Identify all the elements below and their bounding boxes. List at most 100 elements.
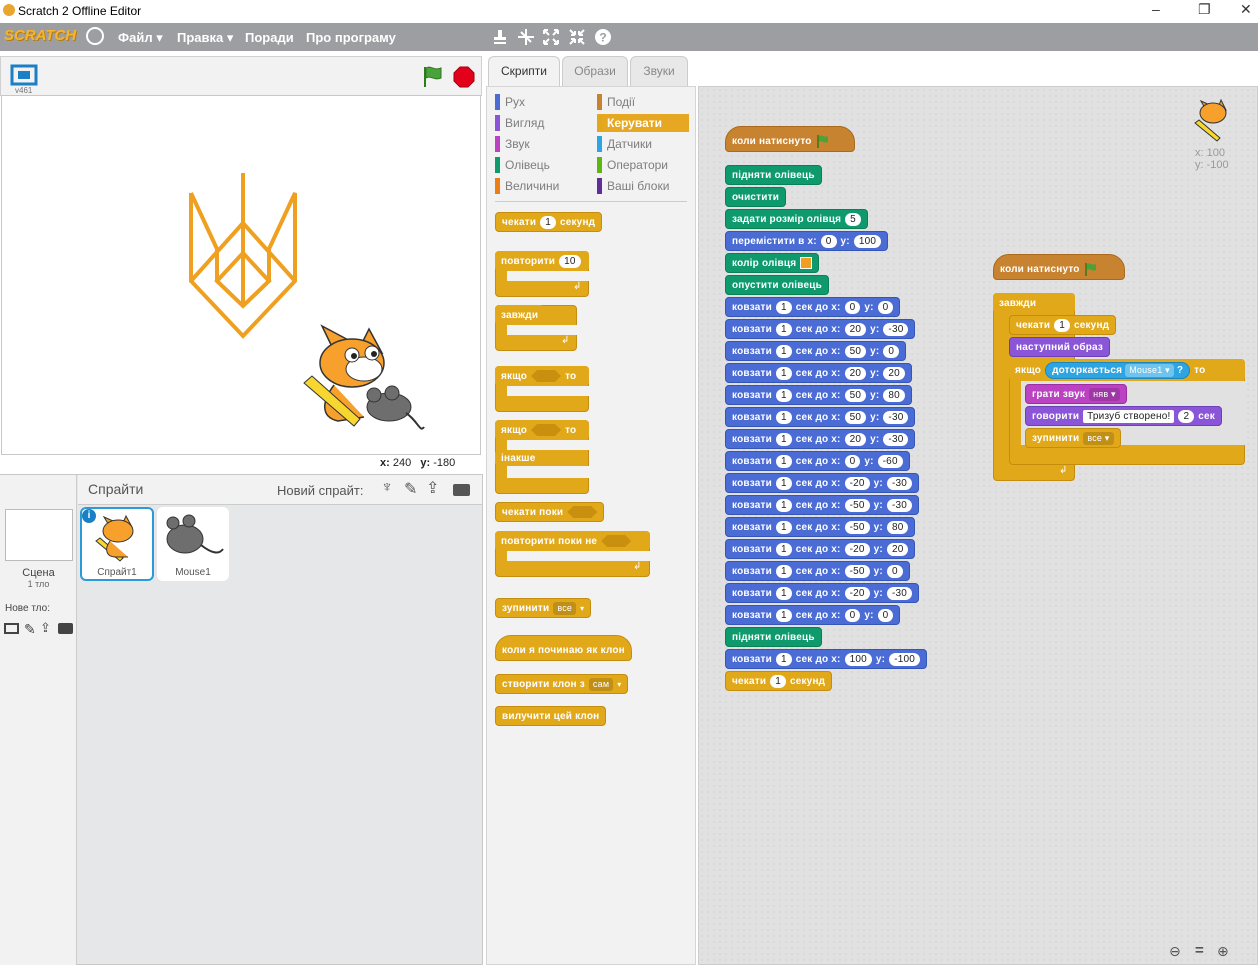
set-pen-size-block[interactable]: задати розмір олівця 5 [725, 209, 868, 229]
mouse-coordinates: x: 240 y: -180 [380, 457, 455, 469]
fullscreen-icon[interactable] [10, 64, 38, 86]
stop-block[interactable]: зупинити все ▾ [1025, 428, 1121, 448]
palette-wait-block[interactable]: чекати 1 секунд [495, 212, 603, 232]
glide-block[interactable]: ковзати 1 сек до x: 0 y: -60 [725, 451, 910, 471]
glide-block[interactable]: ковзати 1 сек до x: 20 y: -30 [725, 319, 916, 339]
grow-icon[interactable] [542, 28, 560, 46]
green-flag-icon[interactable] [421, 65, 445, 89]
tab-scripts[interactable]: Скрипти [488, 56, 560, 86]
green-flag-icon [1084, 263, 1096, 276]
menu-edit[interactable]: Правка ▾ [177, 30, 233, 46]
wait-block[interactable]: чекати 1 секунд [725, 671, 833, 691]
help-icon[interactable]: ? [594, 28, 612, 46]
palette-forever-mouth [507, 325, 577, 335]
glide-block[interactable]: ковзати 1 сек до x: -20 y: 20 [725, 539, 916, 559]
palette-clone-start-hat[interactable]: коли я починаю як клон [495, 635, 632, 661]
wait-block-2[interactable]: чекати 1 секунд [1009, 315, 1117, 335]
shrink-icon[interactable] [568, 28, 586, 46]
stage-canvas[interactable] [1, 95, 481, 455]
palette-wait-until-block[interactable]: чекати поки [495, 502, 605, 522]
glide-block[interactable]: ковзати 1 сек до x: -50 y: 0 [725, 561, 910, 581]
glide-block[interactable]: ковзати 1 сек до x: -50 y: -30 [725, 495, 920, 515]
when-flag-clicked-hat-2[interactable]: коли натиснуто [993, 254, 1125, 280]
palette-delete-clone-block[interactable]: вилучити цей клон [495, 706, 607, 726]
pen-up-block-2[interactable]: підняти олівець [725, 627, 822, 647]
glide-block[interactable]: ковзати 1 сек до x: -50 y: 80 [725, 517, 916, 537]
palette-repeat-until-mouth [507, 551, 650, 561]
menu-about[interactable]: Про програму [306, 30, 396, 45]
sprite-tile-cat[interactable]: i Спрайт1 [80, 507, 154, 581]
cat-sprite-image [303, 324, 425, 430]
menu-file[interactable]: Файл ▾ [118, 30, 163, 46]
pen-down-block[interactable]: опустити олівець [725, 275, 829, 295]
sprite-tile-mouse[interactable]: Mouse1 [157, 507, 229, 581]
minimize-button[interactable]: – [1152, 1, 1160, 17]
camera-sprite-icon[interactable] [453, 484, 470, 496]
scene-thumbnail[interactable] [5, 509, 73, 561]
zoom-out-icon[interactable]: ⊖ [1169, 943, 1181, 960]
forever-head[interactable]: завжди [993, 293, 1075, 313]
glide-block[interactable]: ковзати 1 сек до x: -20 y: -30 [725, 473, 920, 493]
tab-costumes[interactable]: Образи [562, 56, 628, 86]
glide-block[interactable]: ковзати 1 сек до x: -20 y: -30 [725, 583, 920, 603]
palette-repeat-until-head[interactable]: повторити поки не [495, 531, 650, 551]
clear-block[interactable]: очистити [725, 187, 787, 207]
palette-create-clone-block[interactable]: створити клон з сам ▾ [495, 674, 629, 694]
set-pen-color-block[interactable]: колір олівця [725, 253, 820, 273]
camera-backdrop-icon[interactable] [58, 623, 73, 634]
glide-block[interactable]: ковзати 1 сек до x: 50 y: -30 [725, 407, 916, 427]
palette-stop-block[interactable]: зупинити все ▾ [495, 598, 592, 618]
category-sensing[interactable]: Датчики [597, 135, 689, 153]
category-more-blocks[interactable]: Ваші блоки [597, 177, 689, 195]
category-operators[interactable]: Оператори [597, 156, 689, 174]
glide-block[interactable]: ковзати 1 сек до x: 50 y: 80 [725, 385, 912, 405]
glide-block[interactable]: ковзати 1 сек до x: 20 y: 20 [725, 363, 912, 383]
say-for-secs-block[interactable]: говорити Тризуб створено! 2 сек [1025, 406, 1222, 426]
palette-if-else-head[interactable]: якщо то [495, 420, 589, 440]
play-sound-block[interactable]: грати звук няв ▾ [1025, 384, 1127, 404]
duplicate-stamp-icon[interactable] [491, 28, 509, 46]
window-title: Scratch 2 Offline Editor [18, 4, 142, 18]
pen-up-block[interactable]: підняти олівець [725, 165, 822, 185]
category-pen[interactable]: Олівець [495, 156, 590, 174]
zoom-reset-icon[interactable]: = [1195, 942, 1204, 959]
category-control[interactable]: Керувати [597, 114, 689, 132]
goto-xy-block[interactable]: перемістити в x: 0 y: 100 [725, 231, 889, 251]
glide-block[interactable]: ковзати 1 сек до x: 0 y: 0 [725, 605, 901, 625]
category-sound[interactable]: Звук [495, 135, 590, 153]
glide-block[interactable]: ковзати 1 сек до x: 0 y: 0 [725, 297, 901, 317]
glide-block[interactable]: ковзати 1 сек до x: 20 y: -30 [725, 429, 916, 449]
category-looks[interactable]: Вигляд [495, 114, 590, 132]
sprite-x-readout: x: 100 [1195, 147, 1225, 159]
language-globe-icon[interactable] [86, 27, 104, 45]
category-data[interactable]: Величини [495, 177, 590, 195]
category-events[interactable]: Події [597, 93, 689, 111]
category-motion[interactable]: Рух [495, 93, 590, 111]
glide-block-final[interactable]: ковзати 1 сек до x: 100 y: -100 [725, 649, 928, 669]
mouse-thumbnail-icon [166, 514, 224, 554]
scratch-logo[interactable]: SCRATCH [4, 27, 76, 44]
palette-if-head[interactable]: якщо то [495, 366, 589, 386]
close-button[interactable]: ✕ [1240, 1, 1252, 18]
touching-condition[interactable]: доторкається Mouse1 ▾? [1045, 361, 1191, 379]
glide-block[interactable]: ковзати 1 сек до x: 50 y: 0 [725, 341, 907, 361]
zoom-in-icon[interactable]: ⊕ [1217, 943, 1229, 960]
cut-scissors-icon[interactable] [517, 28, 535, 46]
paint-backdrop-icon[interactable]: ✎ [24, 621, 36, 638]
palette-forever-head[interactable]: завжди [495, 305, 545, 325]
upload-sprite-icon[interactable]: ⇪ [426, 478, 439, 498]
tab-sounds[interactable]: Звуки [630, 56, 688, 86]
script-area[interactable]: x: 100 y: -100 коли натиснуто підняти ол… [698, 86, 1258, 965]
maximize-button[interactable]: ❐ [1198, 1, 1211, 18]
next-costume-block[interactable]: наступний образ [1009, 337, 1111, 357]
cat-thumbnail-icon [95, 514, 134, 562]
backdrop-library-icon[interactable] [4, 623, 19, 634]
menu-tips[interactable]: Поради [245, 30, 294, 45]
if-head[interactable]: якщо доторкається Mouse1 ▾? то [1009, 359, 1245, 381]
paint-sprite-icon[interactable]: ✎ [404, 479, 417, 499]
sprite-library-icon[interactable]: ♆ [381, 479, 393, 497]
when-flag-clicked-hat[interactable]: коли натиснуто [725, 126, 855, 152]
stop-sign-icon[interactable] [453, 66, 475, 88]
upload-backdrop-icon[interactable]: ⇪ [40, 620, 51, 636]
palette-repeat-head[interactable]: повторити 10 [495, 251, 589, 271]
